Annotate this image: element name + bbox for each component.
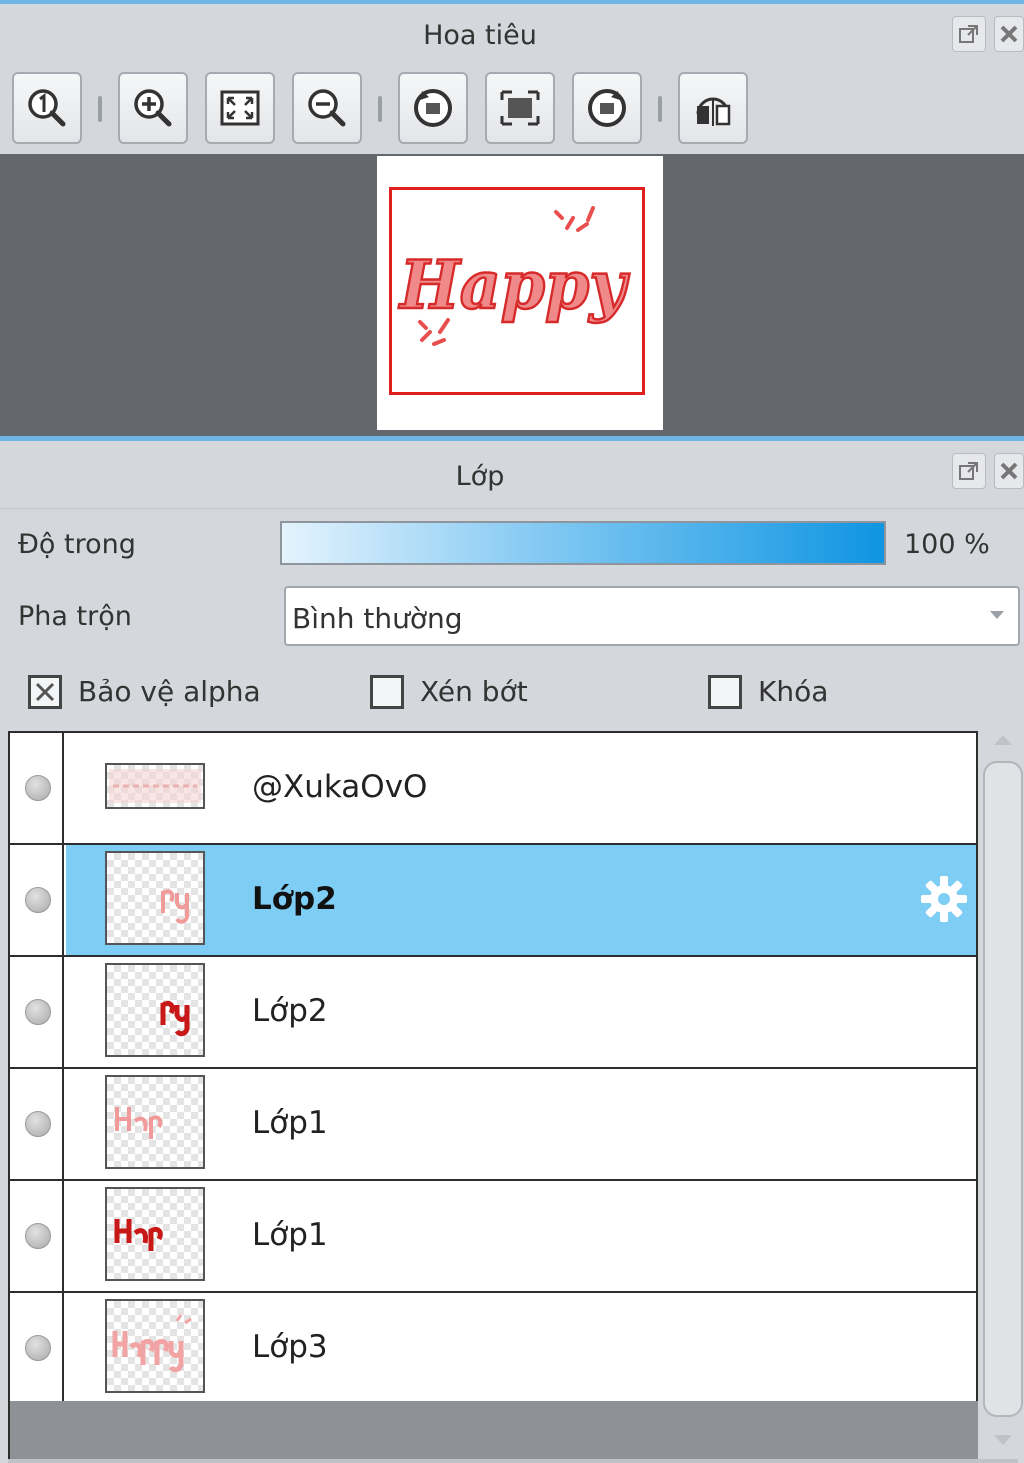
rotate-left-button[interactable] [398, 72, 468, 144]
zoom-in-button[interactable] [118, 72, 188, 144]
layer-name: Lớp1 [252, 1217, 328, 1253]
fit-window-icon [220, 90, 260, 126]
layer-thumbnail [105, 763, 205, 809]
layer-row[interactable]: Lớp1 [10, 1069, 976, 1181]
chevron-down-icon [990, 611, 1004, 619]
zoom-one-icon [28, 89, 66, 127]
layer-row[interactable]: Lớp3 [10, 1293, 976, 1405]
layer-list: @XukaOvO Lớp2 Lớp2 Lớp1 Lớp1 Lớp3 [8, 731, 978, 1405]
blend-mode-label: Pha trộn [18, 601, 132, 632]
undock-icon[interactable] [952, 453, 986, 489]
layer-name: Lớp2 [252, 881, 337, 917]
lock-label: Khóa [758, 675, 829, 708]
visibility-toggle-icon[interactable] [25, 1335, 51, 1361]
opacity-value: 100 % [904, 529, 990, 560]
fit-window-button[interactable] [205, 72, 275, 144]
lock-checkbox[interactable] [708, 675, 742, 709]
artwork-preview: Happy [397, 206, 632, 346]
layer-name: Lớp1 [252, 1105, 328, 1141]
protect-alpha-label: Bảo vệ alpha [78, 675, 261, 708]
close-icon[interactable] [994, 453, 1024, 489]
flip-horizontal-icon [696, 97, 731, 126]
clipping-checkbox[interactable] [370, 675, 404, 709]
rotate-right-button[interactable] [572, 72, 642, 144]
zoom-out-icon [308, 89, 346, 127]
bottom-toolbar-strip [8, 1459, 1018, 1463]
toolbar-separator [98, 96, 102, 122]
layer-row[interactable]: @XukaOvO [10, 733, 976, 845]
layer-thumbnail [105, 1187, 205, 1281]
layer-row-main[interactable]: Lớp2 [66, 845, 976, 955]
layer-row[interactable]: Lớp2 [10, 957, 976, 1069]
opacity-label: Độ trong [18, 529, 136, 560]
visibility-toggle-icon[interactable] [25, 887, 51, 913]
py-light-thumb-art [161, 889, 189, 924]
layer-list-footer [8, 1401, 978, 1459]
reset-view-icon [500, 90, 540, 126]
scroll-up-icon[interactable] [992, 731, 1014, 749]
scroll-down-icon[interactable] [992, 1431, 1014, 1449]
blend-mode-value: Bình thường [292, 602, 463, 635]
visibility-toggle-icon[interactable] [25, 1111, 51, 1137]
gear-icon[interactable] [918, 873, 970, 925]
scroll-thumb[interactable] [983, 761, 1023, 1417]
hap-light-thumb-art [115, 1107, 163, 1139]
layer-thumbnail [105, 1075, 205, 1169]
layers-title: Lớp [455, 461, 505, 492]
zoom-in-icon [134, 89, 172, 127]
visibility-column [10, 1069, 64, 1179]
visibility-column [10, 733, 64, 843]
undock-icon[interactable] [952, 16, 986, 52]
zoom-out-button[interactable] [292, 72, 362, 144]
layer-name: Lớp3 [252, 1329, 328, 1365]
layer-name: Lớp2 [252, 993, 328, 1029]
visibility-column [10, 1293, 64, 1403]
hap-dark-thumb-art [114, 1219, 163, 1251]
visibility-toggle-icon[interactable] [25, 1223, 51, 1249]
zoom-actual-button[interactable] [12, 72, 82, 144]
visibility-toggle-icon[interactable] [25, 775, 51, 801]
toolbar-separator [378, 96, 382, 122]
close-icon[interactable] [994, 16, 1024, 52]
navigator-title: Hoa tiêu [423, 20, 537, 51]
happy-full-thumb-art [112, 1314, 192, 1373]
clipping-label: Xén bớt [420, 675, 528, 708]
layers-panel: Lớp Độ trong 100 % Pha trộn Bình thường … [0, 436, 1024, 1463]
artwork-text: Happy [398, 246, 630, 324]
blend-mode-select[interactable]: Bình thường [284, 586, 1020, 646]
layer-row-main[interactable]: Lớp1 [66, 1181, 976, 1291]
visibility-column [10, 1181, 64, 1291]
view-frame[interactable]: Happy [389, 187, 645, 395]
flip-horizontal-button[interactable] [678, 72, 748, 144]
rotate-right-icon [588, 89, 626, 127]
toolbar-separator [658, 96, 662, 122]
opacity-slider[interactable] [280, 521, 886, 565]
layer-name: @XukaOvO [252, 769, 428, 805]
rotate-left-icon [414, 89, 452, 127]
layer-row-selected[interactable]: Lớp2 [10, 845, 976, 957]
layer-thumbnail [105, 851, 205, 945]
layer-row-main[interactable]: Lớp1 [66, 1069, 976, 1179]
py-dark-thumb-art [160, 1000, 190, 1037]
visibility-column [10, 845, 64, 955]
visibility-toggle-icon[interactable] [25, 999, 51, 1025]
check-x-icon [35, 682, 55, 702]
reset-view-button[interactable] [485, 72, 555, 144]
protect-alpha-checkbox[interactable] [28, 675, 62, 709]
layer-row-main[interactable]: Lớp3 [66, 1293, 976, 1403]
visibility-column [10, 957, 64, 1067]
layer-thumbnail [105, 1299, 205, 1393]
watermark-thumb-art [109, 769, 201, 803]
layer-row-main[interactable]: Lớp2 [66, 957, 976, 1067]
navigator-view[interactable]: Happy [0, 154, 1024, 438]
navigator-panel: Hoa tiêu Happy [0, 0, 1024, 438]
panel-divider [0, 503, 1024, 509]
layer-row[interactable]: Lớp1 [10, 1181, 976, 1293]
layer-list-scrollbar[interactable] [982, 731, 1024, 1461]
layer-row-main[interactable]: @XukaOvO [66, 733, 976, 843]
canvas-preview[interactable]: Happy [377, 156, 663, 430]
layer-thumbnail [105, 963, 205, 1057]
